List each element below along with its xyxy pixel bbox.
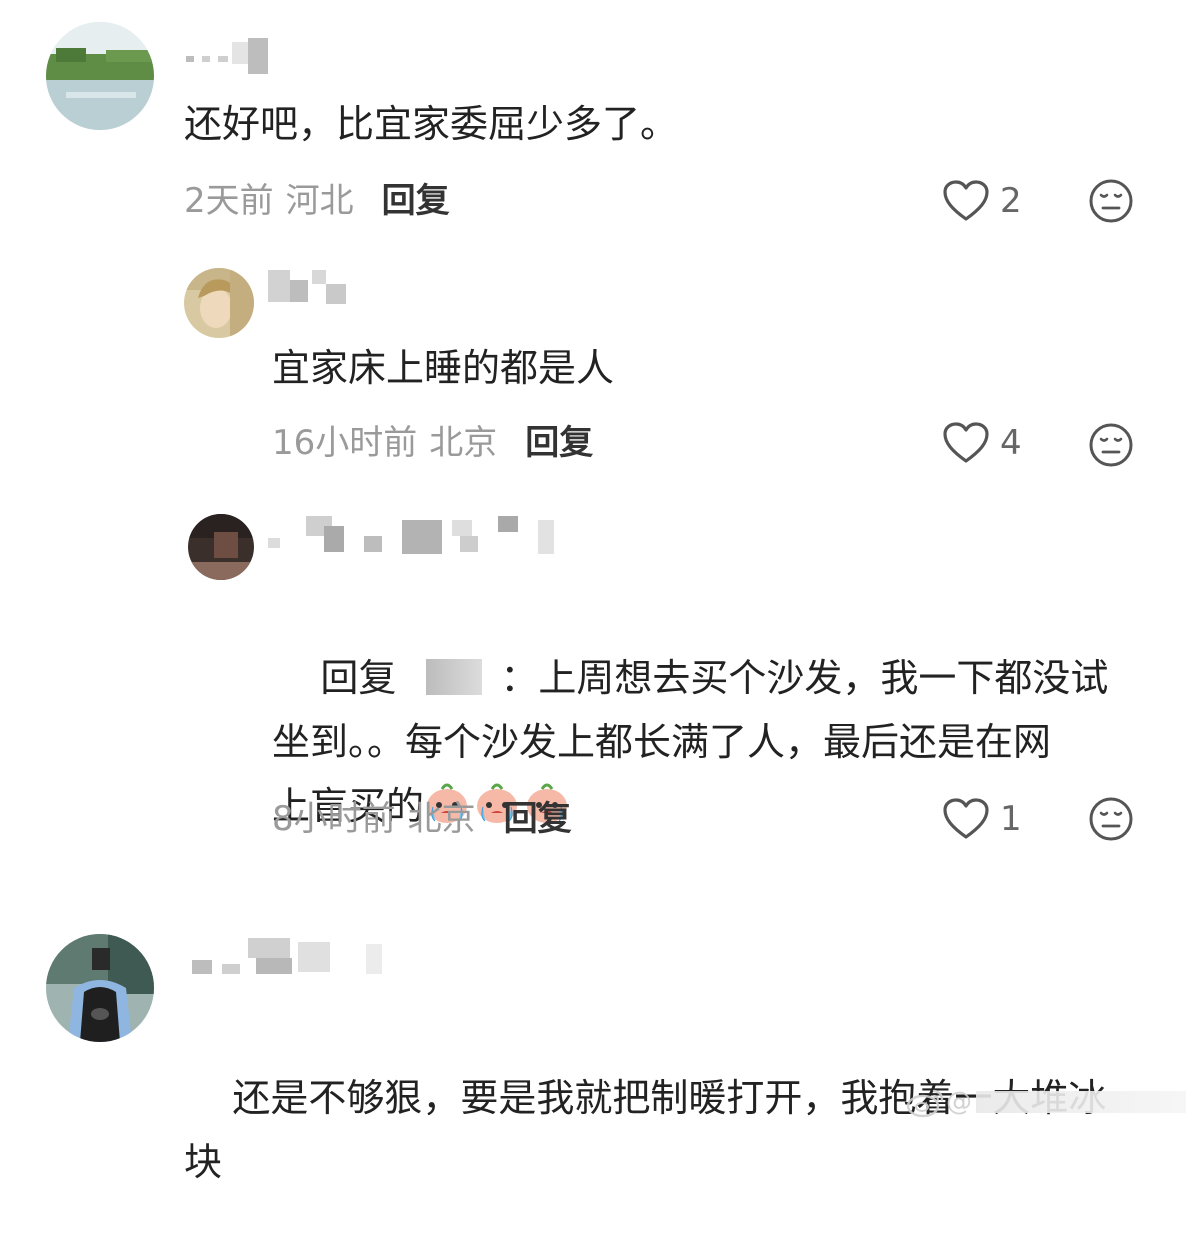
watermark-prefix: @ [946,1087,972,1117]
avatar-portrait-image [184,268,254,338]
username-blurred[interactable] [186,938,386,974]
comment-text-line2: 坐到。。每个沙发上都长满了人，最后还是在网 [272,720,1052,764]
like-button[interactable]: 4 [942,418,1022,468]
like-count: 1 [1000,799,1022,839]
reply-button[interactable]: 回复 [504,794,572,844]
username-blurred[interactable] [268,270,348,306]
comment-text: 还是不够狠，要是我就把制暖打开，我抱着一大堆冰块 [184,1002,1174,1258]
avatar-landscape-image [46,22,154,130]
comment-meta: 16小时前 北京 回复 [272,418,593,468]
comment-text-line2: 块 [184,1140,223,1184]
comment-location: 北京 [407,799,476,839]
like-button[interactable]: 1 [942,794,1022,844]
comment-location: 河北 [285,181,354,221]
heart-icon [943,422,989,463]
like-count: 2 [1000,181,1022,221]
reply-prefix: 回复 [320,656,397,700]
username-blurred[interactable] [186,34,276,74]
dislike-face-icon[interactable] [1088,422,1134,468]
mentioned-user-blurred[interactable] [426,659,483,695]
watermark-name-blurred [976,1091,1186,1113]
dislike-face-icon[interactable] [1088,178,1134,224]
avatar[interactable] [188,514,254,580]
comment-text: 还好吧，比宜家委屈少多了。 [184,102,679,146]
comment-time: 8小时前 [272,799,396,839]
avatar-photo-image [188,514,254,580]
username-blurred[interactable] [268,516,558,554]
dislike-face-icon[interactable] [1088,796,1134,842]
avatar-backpack-person-image [46,934,154,1042]
like-button[interactable]: 2 [942,176,1022,226]
like-count: 4 [1000,423,1022,463]
comment-time: 2天前 [184,181,274,221]
avatar[interactable] [46,22,154,130]
weibo-logo-icon [906,1089,944,1118]
reply-button[interactable]: 回复 [525,418,593,468]
comment-meta: 2天前 河北 回复 [184,176,450,226]
comment-time: 16小时前 [272,423,418,463]
comment-text-line1: ：上周想去买个沙发，我一下都没试 [500,656,1109,700]
comment-text: 宜家床上睡的都是人 [272,346,615,390]
heart-icon [943,180,989,221]
avatar[interactable] [184,268,254,338]
avatar[interactable] [46,934,154,1042]
comment-meta: 8小时前 北京 回复 [272,794,572,844]
comment-location: 北京 [429,423,498,463]
heart-icon [943,798,989,839]
comment-text: 回复 ：上周想去买个沙发，我一下都没试 坐到。。每个沙发上都长满了人，最后还是在网上… [272,582,1172,902]
weibo-watermark: @ [906,1086,1186,1118]
reply-button[interactable]: 回复 [382,176,450,226]
